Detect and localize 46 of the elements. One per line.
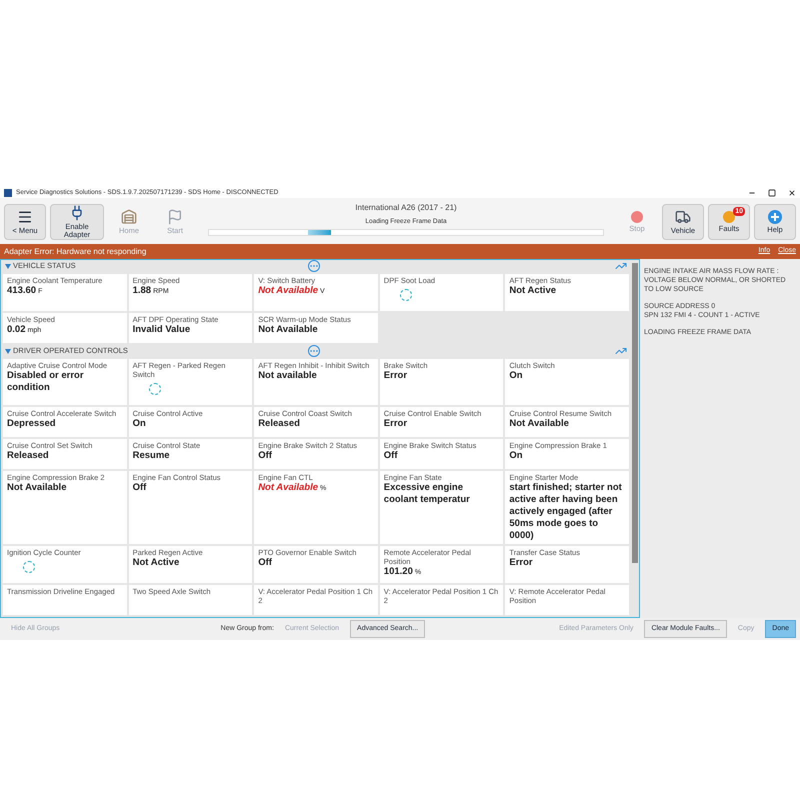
parameter-value: Not Available	[7, 482, 68, 494]
parameter-value: Disabled or error condition	[7, 370, 85, 394]
truck-icon	[675, 209, 691, 225]
maximize-icon[interactable]	[768, 188, 776, 196]
parameter-value: Error	[509, 557, 534, 569]
help-icon	[768, 210, 782, 224]
more-icon[interactable]	[308, 260, 320, 272]
loading-spinner-icon	[148, 383, 161, 395]
parameter-value: Off	[384, 450, 399, 462]
loading-spinner-icon	[400, 289, 412, 301]
parameter-value: Released	[258, 418, 301, 430]
vehicle-title: International A26 (2017 - 21)	[355, 202, 457, 214]
parameter-value: Off	[258, 450, 273, 462]
error-message: Adapter Error: Hardware not responding	[4, 246, 146, 258]
flag-icon	[167, 209, 183, 225]
parameter-value: On	[509, 370, 524, 382]
parameter-value: Not available	[258, 370, 318, 382]
garage-icon	[121, 209, 137, 225]
parameter-value: Invalid Value	[132, 324, 192, 336]
parameter-value: Not Available	[509, 418, 570, 430]
parameter-value: Excessive engine coolant temperatur	[384, 482, 471, 506]
expand-triangle-icon[interactable]	[5, 348, 11, 354]
trend-chart-icon[interactable]	[615, 345, 627, 357]
fault-icon	[723, 211, 735, 223]
scrollbar[interactable]	[632, 263, 638, 563]
parameter-value: start finished; starter not active after having been actively engaged (after 50ms mode goes to 0000)	[509, 482, 623, 542]
parameter-value: Depressed	[7, 418, 57, 430]
more-icon[interactable]	[308, 345, 320, 357]
trend-chart-icon[interactable]	[615, 260, 627, 272]
parameter-value: Not Active	[132, 557, 180, 569]
stop-icon	[631, 211, 643, 223]
parameter-value: Error	[384, 370, 408, 382]
parameter-value: Resume	[132, 450, 171, 462]
app-logo-icon	[4, 188, 12, 196]
parameter-value: Off	[132, 482, 148, 494]
parameter-value: Released	[7, 450, 50, 462]
close-icon[interactable]	[788, 188, 796, 196]
parameter-value: Not Active	[509, 285, 558, 297]
expand-triangle-icon[interactable]	[5, 264, 11, 268]
parameter-value: On	[509, 450, 524, 462]
parameter-value: Error	[384, 418, 408, 430]
parameter-value: Off	[258, 557, 273, 569]
parameter-value: On	[132, 418, 147, 430]
parameter-value: Not Available	[258, 324, 319, 336]
menu-icon	[17, 209, 33, 225]
loading-spinner-icon	[23, 561, 35, 573]
